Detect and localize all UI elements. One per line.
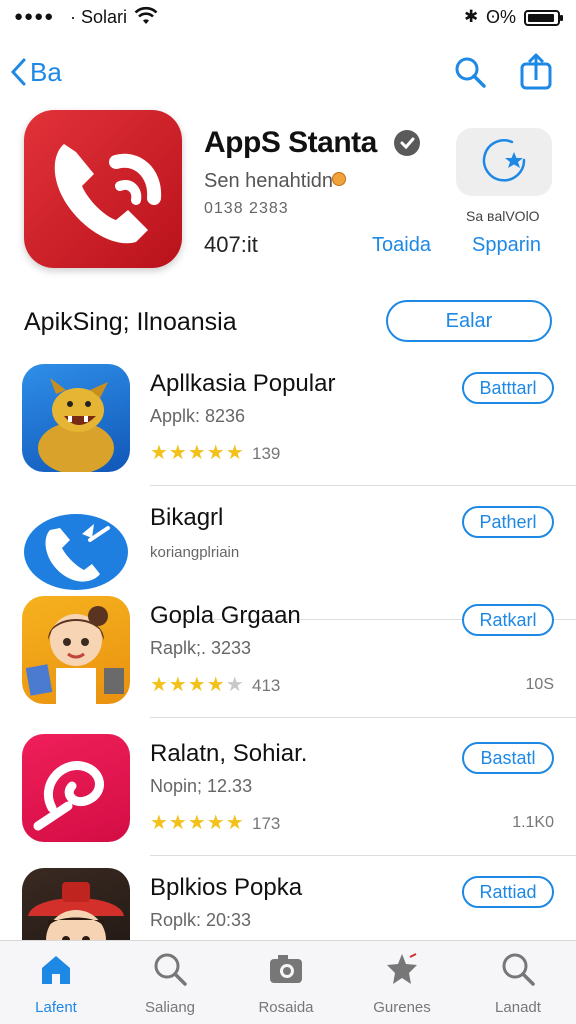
battery-percent: ʘ% [486,7,517,27]
app-action-button[interactable]: Ratkarl [462,604,554,636]
search-icon [154,953,187,986]
status-bar: ●●●● · Solari ✱ ʘ% [0,0,576,36]
search-button[interactable] [452,54,488,95]
get-tile-label: Sa ʙalVOlO [466,208,540,224]
app-meta: Nopin; 12.33 [150,776,253,796]
tab-label: Lafent [35,999,77,1016]
row-divider [150,717,576,718]
app-meta: koriangplriain [150,544,240,561]
app-name: Apllkasia Popular [150,370,336,397]
chevron-left-icon [10,58,26,86]
section-title: ApikSing; Ilnoansia [24,308,237,336]
verified-badge-icon [394,130,420,156]
swirl-icon [22,734,130,842]
list-item[interactable]: Apllkasia Popular Applk: 8236 ★★★★★ 139 … [0,356,576,486]
phone-icon [54,144,162,244]
dog-icon [22,364,130,472]
tab-rosaida[interactable]: Rosaida [238,947,334,1021]
featured-app-icon[interactable] [24,110,182,268]
bluetooth-icon: ✱ [464,7,479,26]
app-name: Gopla Grgaan [150,602,301,629]
rating-stars-icon: ★★★★★ [150,442,245,464]
list-item[interactable]: Gopla Grgaan Raplk;. 3233 ★★★★★ 413 10S … [0,588,576,718]
app-meta: Raplk;. 3233 [150,638,252,658]
share-button[interactable] [516,52,556,97]
search-icon [455,57,486,88]
back-label: Ba [30,56,62,87]
row-divider [150,855,576,856]
featured-app-size: 407:it [204,232,258,257]
signal-dots: ●●●● [14,8,55,25]
rating-stars-icon: ★★★★★ [150,812,245,834]
info-dot-icon [332,172,346,186]
tab-label: Saliang [144,999,196,1016]
tab-label: Gurenes [373,999,431,1016]
list-item[interactable]: Ralatn, Sohiar. Nopin; 12.33 ★★★★★ 173 1… [0,726,576,856]
app-name: Bikagrl [150,504,224,531]
featured-app-subtitle: Sen henahtidn [204,170,334,192]
search-icon [502,953,535,986]
carrier-name: · Solari [70,7,128,27]
rating-stars-icon: ★★★★★ [150,674,245,696]
loading-star-icon [482,139,526,182]
share-icon [520,53,552,90]
tab-label: Lanadt [495,999,541,1016]
app-meta: Roplk: 20:33 [150,910,252,930]
featured-link-secondary[interactable]: Spparin [472,234,541,257]
tab-bar: Lafent Saliang Rosaida Gurenes Lanadt [0,940,576,1024]
wifi-icon [134,6,158,31]
rating-count: 139 [252,444,281,463]
back-button[interactable]: Ba [10,52,62,92]
girl-icon [22,596,130,704]
app-action-button[interactable]: Patherl [462,506,554,538]
app-action-button[interactable]: Batttarl [462,372,554,404]
app-action-button[interactable]: Rattiad [462,876,554,908]
navigation-bar: Ba [0,48,576,98]
get-button[interactable] [456,128,552,196]
rating-count: 173 [252,814,281,833]
app-side-value: 1.1K0 [512,814,554,831]
tab-gurenes[interactable]: Gurenes [354,947,450,1021]
tab-latest[interactable]: Lafent [8,947,104,1021]
app-action-button[interactable]: Bastatl [462,742,554,774]
row-divider [150,485,576,486]
app-name: Ralatn, Sohiar. [150,740,308,767]
star-icon [387,953,417,984]
featured-app-code: 0138 2383 [204,200,289,217]
tab-saliang[interactable]: Saliang [122,947,218,1021]
tab-lanadt[interactable]: Lanadt [470,947,566,1021]
tab-label: Rosaida [258,999,314,1016]
rating-count: 413 [252,676,281,695]
featured-link-primary[interactable]: Toaida [372,234,431,257]
camera-icon [270,955,302,983]
battery-icon [524,10,563,26]
featured-app-header: AppS Stanta Sen henahtidn 0138 2383 407:… [0,108,576,278]
featured-app-title: AppS Stanta [204,126,377,159]
app-meta: Applk: 8236 [150,406,246,426]
app-side-value: 10S [525,676,554,693]
home-icon [42,956,70,984]
section-header: ApikSing; Ilnoansia Ealar [0,296,576,348]
section-action-button[interactable]: Ealar [386,300,552,342]
app-name: Bplkios Popka [150,874,303,901]
